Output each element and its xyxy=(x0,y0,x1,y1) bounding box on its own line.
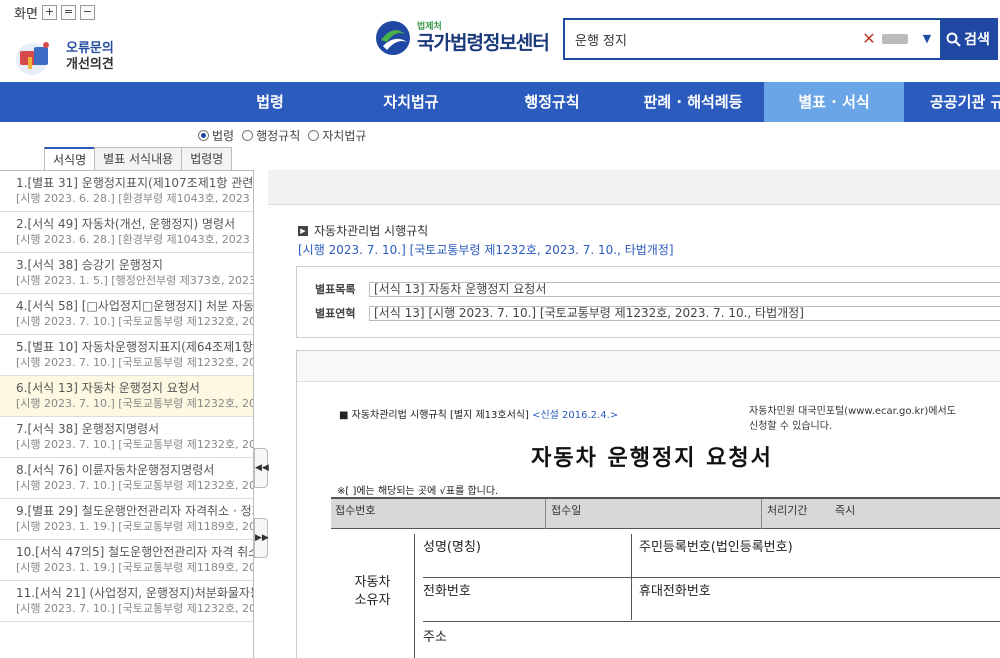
nav-precedents[interactable]: 판례 · 해석례등 xyxy=(622,82,764,122)
feedback-link[interactable]: 오류문의 개선의견 xyxy=(10,37,114,77)
radio-icon xyxy=(242,130,254,141)
result-list: 1.[별표 31] 운행정지표지(제107조제1항 관련) [시행 2023. 6… xyxy=(0,170,254,658)
divider xyxy=(545,499,546,529)
owner-label: 자동차 소유자 xyxy=(331,534,415,658)
receipt-row: 접수번호 접수일 처리기간 즉시 xyxy=(331,497,1000,529)
site-logo[interactable]: 법제처 국가법령정보센터 xyxy=(375,20,550,56)
arrow-bullet-icon: ▶ xyxy=(298,225,308,236)
clear-search-icon[interactable]: ✕ xyxy=(860,20,878,58)
search-button[interactable]: 검색 xyxy=(940,20,996,58)
tab-form-name[interactable]: 서식명 xyxy=(44,147,96,171)
list-item[interactable]: 8.[서식 76] 이륜자동차운행정지명령서 [시행 2023. 7. 10.] … xyxy=(0,458,253,499)
zoom-in-button[interactable]: + xyxy=(41,5,57,20)
form-title: 자동차 운행정지 요청서 xyxy=(531,446,773,471)
search-input[interactable] xyxy=(565,20,860,58)
detail-toolbar xyxy=(268,170,1000,205)
owner-section: 자동차 소유자 성명(명칭) 주민등록번호(법인등록번호) 전화번호 휴대전화번… xyxy=(331,534,1000,658)
zoom-reset-button[interactable]: = xyxy=(60,5,76,20)
list-item[interactable]: 1.[별표 31] 운행정지표지(제107조제1항 관련) [시행 2023. 6… xyxy=(0,171,253,212)
feedback-line2: 개선의견 xyxy=(66,57,114,72)
form-paper: ■ 자동차관리법 시행규칙 [별지 제13호서식] <신설 2016.2.4.>… xyxy=(297,381,1000,658)
detail-panel: ▶ 자동차관리법 시행규칙 [시행 2023. 7. 10.] [국토교통부령 제… xyxy=(268,170,1000,658)
form-info-box: 별표목록 [서식 13] 자동차 운행정지 요청서 별표연혁 [서식 13] [… xyxy=(296,266,1000,338)
nav-admin-rules[interactable]: 행정규칙 xyxy=(482,82,622,122)
law-revision: [시행 2023. 7. 10.] [국토교통부령 제1232호, 2023. … xyxy=(298,243,674,257)
list-item[interactable]: 5.[별표 10] 자동차운행정지표지(제64조제1항 [시행 2023. 7. … xyxy=(0,335,253,376)
panel-toggles: ◀◀ ▶▶ xyxy=(254,448,269,588)
radio-admin-rules[interactable]: 행정규칙 xyxy=(242,127,300,144)
logo-mark-icon xyxy=(376,21,410,55)
nav-tables-forms[interactable]: 별표 · 서식 xyxy=(764,82,904,122)
mobile-field-label: 휴대전화번호 xyxy=(639,580,1000,622)
feedback-line1: 오류문의 xyxy=(66,41,114,56)
zoom-control: 화면 + = − xyxy=(14,3,95,22)
nav-public-agency[interactable]: 공공기관 규 xyxy=(904,82,1000,122)
feedback-icon xyxy=(10,37,60,77)
radio-checked-icon xyxy=(198,130,209,141)
receipt-no-label: 접수번호 xyxy=(335,504,376,517)
form-history-select[interactable]: [서식 13] [시행 2023. 7. 10.] [국토교통부령 제1232호… xyxy=(369,305,1000,321)
form-revision: <신설 2016.2.4.> xyxy=(532,410,619,421)
list-item[interactable]: 3.[서식 38] 승강기 운행정지 [시행 2023. 1. 5.] [행정안전… xyxy=(0,253,253,294)
list-item[interactable]: 4.[서식 58] [□사업정지□운행정지] 처분 자동차 [시행 2023. 7… xyxy=(0,294,253,335)
period-value: 즉시 xyxy=(835,504,856,517)
search-icon xyxy=(946,32,961,47)
list-item[interactable]: 10.[서식 47의5] 철도운행안전관리자 자격 취소 [시행 2023. 1.… xyxy=(0,540,253,581)
result-tabs: 서식명 별표 서식내용 법령명 xyxy=(44,147,233,171)
form-list-select[interactable]: [서식 13] 자동차 운행정지 요청서 xyxy=(369,281,1000,297)
form-note-line1: 자동차민원 대국민포털(www.ecar.go.kr)에서도 xyxy=(749,406,956,417)
expand-right-icon[interactable]: ▶▶ xyxy=(254,518,269,558)
radio-local-laws[interactable]: 자치법규 xyxy=(308,127,366,144)
law-name: 자동차관리법 시행규칙 xyxy=(314,224,429,238)
search-button-label: 검색 xyxy=(964,32,990,48)
id-field-label: 주민등록번호(법인등록번호) xyxy=(639,536,1000,578)
form-note-line2: 신청할 수 있습니다. xyxy=(749,421,833,432)
keyboard-icon[interactable] xyxy=(882,34,908,44)
law-header: ▶ 자동차관리법 시행규칙 [시행 2023. 7. 10.] [국토교통부령 제… xyxy=(298,222,674,258)
logo-sub: 법제처 xyxy=(417,22,442,32)
list-item[interactable]: 11.[서식 21] (사업정지, 운행정지)처분화물자동차 [시행 2023. … xyxy=(0,581,253,622)
search-dropdown-icon[interactable]: ▼ xyxy=(914,20,940,58)
tab-law-name[interactable]: 법령명 xyxy=(181,147,233,171)
list-item[interactable]: 2.[서식 49] 자동차(개선, 운행정지) 명령서 [시행 2023. 6. … xyxy=(0,212,253,253)
radio-icon xyxy=(308,130,320,141)
nav-laws[interactable]: 법령 xyxy=(200,82,340,122)
collapse-left-icon[interactable]: ◀◀ xyxy=(254,448,269,488)
receipt-date-label: 접수일 xyxy=(551,504,582,517)
list-item[interactable]: 9.[별표 29] 철도운행안전관리자 자격취소 · 정지 [시행 2023. 1… xyxy=(0,499,253,540)
search-scope-radios: 법령 행정규칙 자치법규 xyxy=(198,127,366,144)
list-label: 별표목록 xyxy=(315,283,356,296)
tab-form-content[interactable]: 별표 서식내용 xyxy=(94,147,183,171)
history-label: 별표연혁 xyxy=(315,307,356,320)
list-item[interactable]: 7.[서식 38] 운행정지명령서 [시행 2023. 7. 10.] [국토교통… xyxy=(0,417,253,458)
form-hint: ※[ ]에는 해당되는 곳에 √표를 합니다. xyxy=(337,486,499,497)
radio-laws[interactable]: 법령 xyxy=(198,127,234,144)
form-source: ■ 자동차관리법 시행규칙 [별지 제13호서식] xyxy=(339,410,529,421)
zoom-out-button[interactable]: − xyxy=(79,5,95,20)
divider xyxy=(761,499,762,529)
address-field-label: 주소 xyxy=(423,630,447,645)
logo-title: 국가법령정보센터 xyxy=(417,32,550,54)
nav-local-laws[interactable]: 자치법규 xyxy=(340,82,482,122)
zoom-label: 화면 xyxy=(14,7,38,22)
main-nav: 법령 자치법규 행정규칙 판례 · 해석례등 별표 · 서식 공공기관 규 xyxy=(0,82,1000,122)
period-label: 처리기간 xyxy=(767,504,808,517)
list-item-selected[interactable]: 6.[서식 13] 자동차 운행정지 요청서 [시행 2023. 7. 10.] … xyxy=(0,376,253,417)
search-bar: ✕ ▼ 검색 xyxy=(563,18,998,60)
form-preview: ■ 자동차관리법 시행규칙 [별지 제13호서식] <신설 2016.2.4.>… xyxy=(296,350,1000,658)
